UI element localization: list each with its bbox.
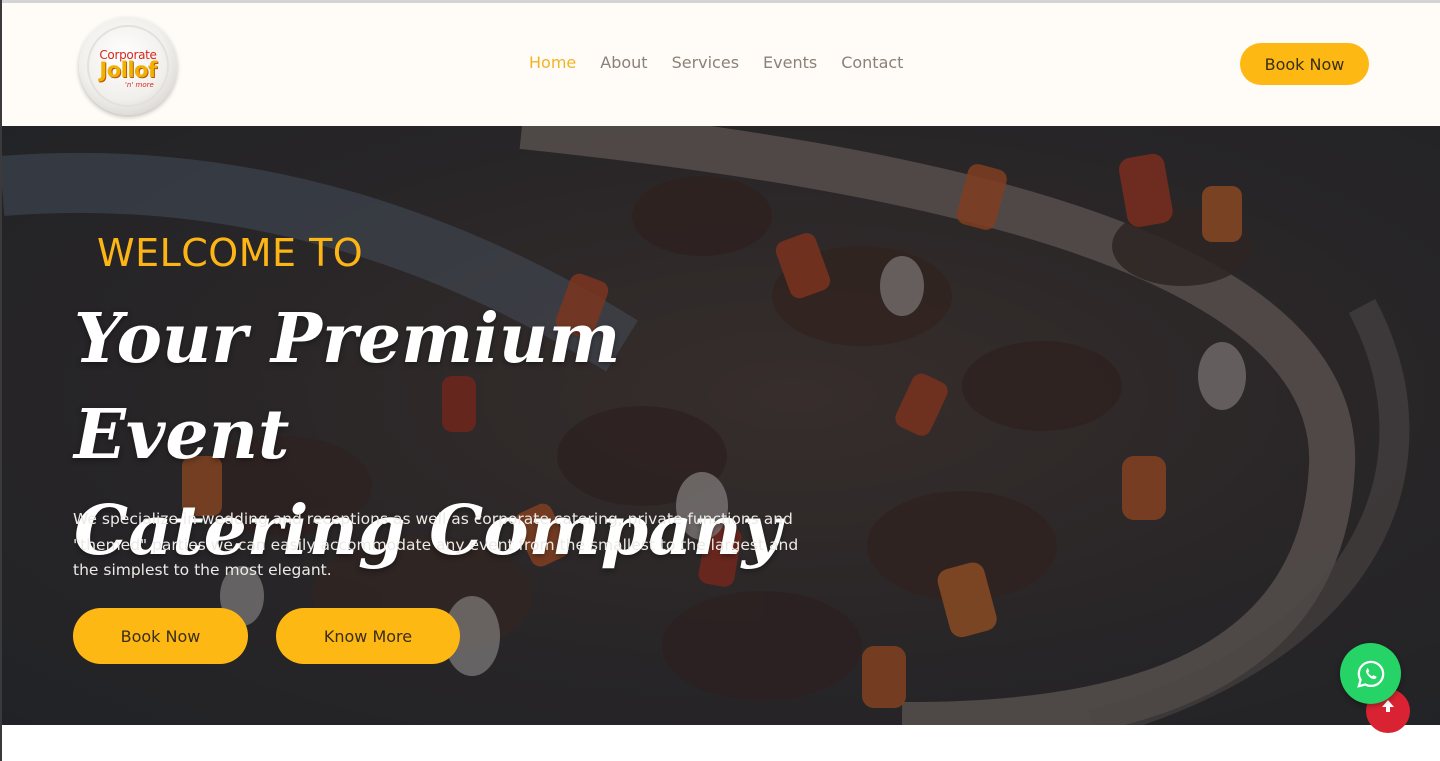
window-left-border bbox=[0, 0, 2, 761]
hero-description: We specialize in wedding and receptions … bbox=[73, 510, 799, 579]
hero-welcome-text: WELCOME TO bbox=[97, 231, 364, 275]
whatsapp-button[interactable] bbox=[1340, 643, 1401, 704]
nav-item-home[interactable]: Home bbox=[529, 53, 576, 77]
header-book-now-button[interactable]: Book Now bbox=[1240, 43, 1369, 85]
nav-item-contact[interactable]: Contact bbox=[841, 53, 903, 77]
hero-headline-line1: Your Premium Event bbox=[74, 299, 621, 475]
site-header: Corporate Jollof 'n' more Home About Ser… bbox=[2, 3, 1440, 126]
whatsapp-icon bbox=[1356, 660, 1384, 688]
nav-item-about[interactable]: About bbox=[600, 53, 647, 77]
nav-item-services[interactable]: Services bbox=[672, 53, 739, 77]
hero-know-more-button[interactable]: Know More bbox=[276, 608, 460, 664]
hero-section: WELCOME TO Your Premium Event Catering C… bbox=[2, 126, 1440, 725]
main-nav: Home About Services Events Contact bbox=[529, 53, 903, 77]
hero-book-now-button[interactable]: Book Now bbox=[73, 608, 248, 664]
logo-main-text: Jollof bbox=[99, 58, 157, 82]
nav-item-events[interactable]: Events bbox=[763, 53, 817, 77]
brand-logo[interactable]: Corporate Jollof 'n' more bbox=[79, 17, 177, 115]
logo-sub-text: 'n' more bbox=[125, 81, 154, 89]
